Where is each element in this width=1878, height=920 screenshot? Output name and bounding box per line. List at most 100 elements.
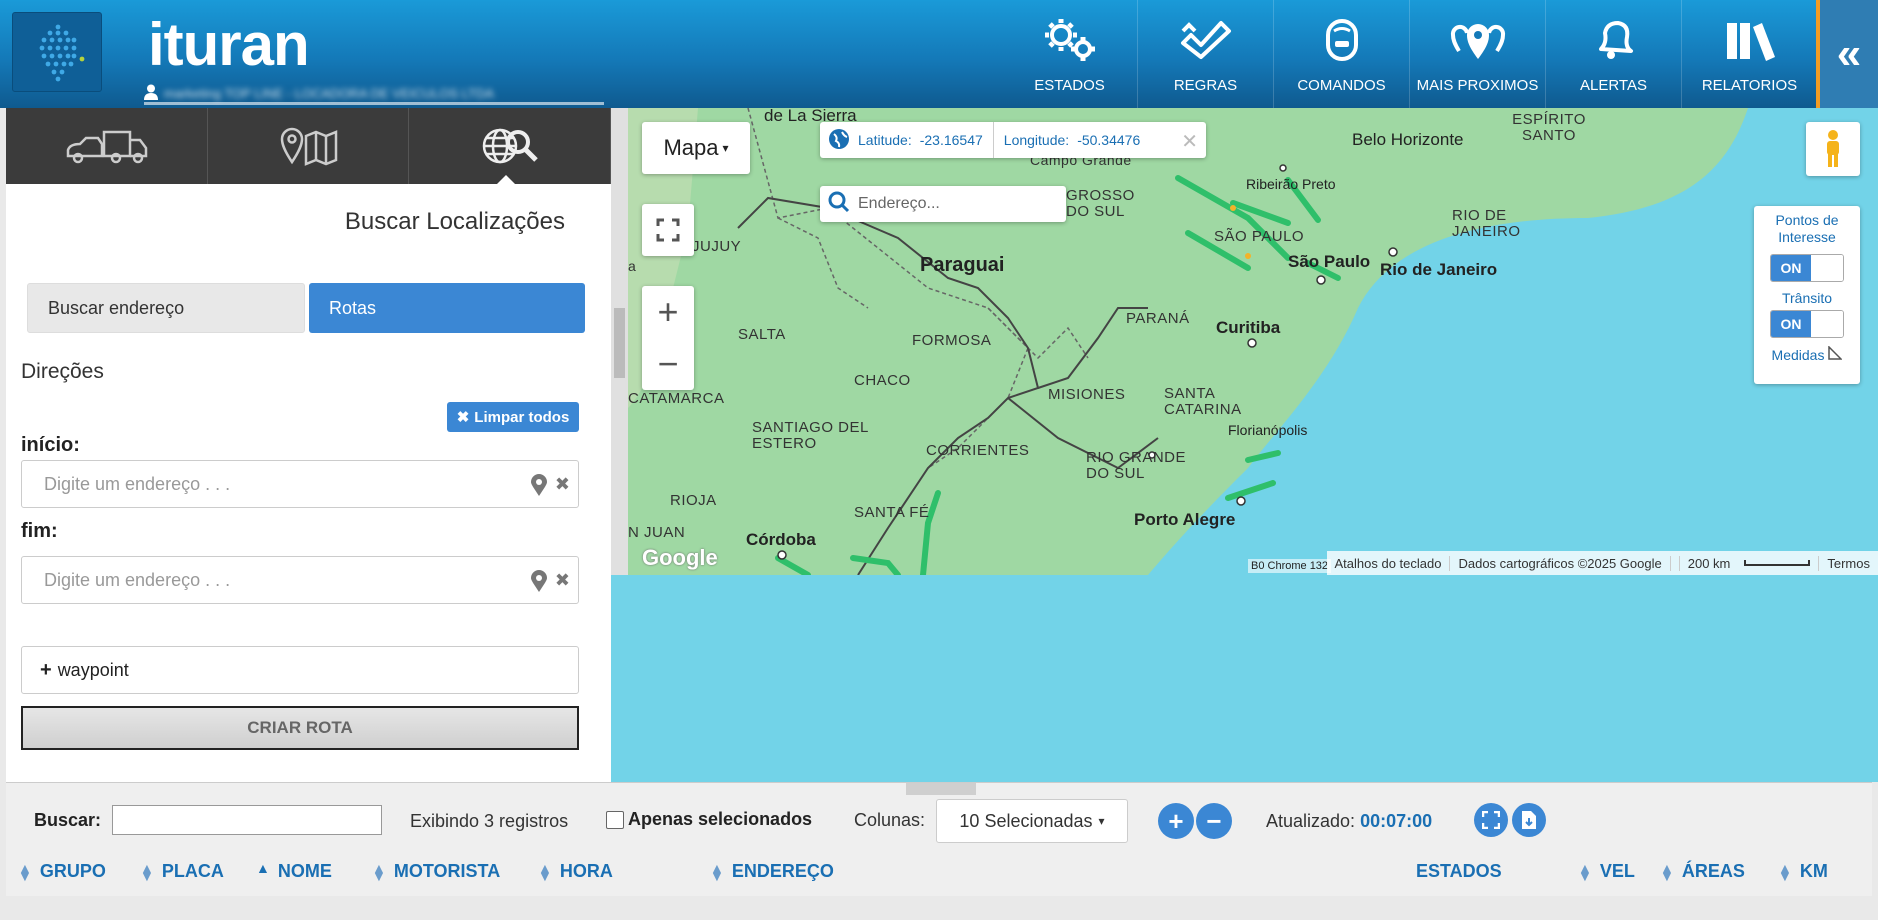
remove-button[interactable]: −	[1196, 803, 1232, 839]
splitter-handle[interactable]	[614, 308, 625, 378]
poi-toggle-state: ON	[1771, 255, 1811, 281]
map-label: São Paulo	[1288, 252, 1371, 271]
nav-mais-proximos[interactable]: MAIS PROXIMOS	[1410, 0, 1546, 108]
tab-vehicles[interactable]	[6, 108, 208, 184]
globe-search-icon	[482, 128, 538, 164]
record-count: Exibindo 3 registros	[410, 811, 569, 831]
create-route-button[interactable]: CRIAR ROTA	[21, 706, 579, 750]
map-empty-area[interactable]	[611, 575, 1878, 782]
export-file-icon	[1522, 811, 1536, 829]
map-label: JUJUY	[692, 238, 742, 255]
zoom-in-button[interactable]: +	[657, 286, 678, 338]
grid-resize-handle[interactable]	[906, 783, 976, 795]
tab-places[interactable]	[208, 108, 410, 184]
directions-heading: Direções	[21, 360, 104, 383]
clear-start-icon[interactable]: ✖	[555, 474, 570, 501]
sort-icon: ▲ ▼	[140, 859, 154, 884]
col-endereco[interactable]: ▲ ▼ ENDEREÇO	[710, 859, 834, 884]
sort-icon: ▲ ▼	[710, 859, 724, 884]
map-label: Florianópolis	[1228, 422, 1308, 438]
selected-only-checkbox[interactable]: Apenas selecionados	[606, 809, 812, 830]
traffic-toggle[interactable]: ON	[1770, 310, 1844, 338]
col-hora[interactable]: ▲ ▼ HORA	[538, 861, 613, 883]
nav-alertas-label: ALERTAS	[1580, 77, 1647, 94]
app-logo[interactable]	[12, 12, 102, 92]
search-address-button[interactable]: Buscar endereço	[27, 283, 305, 333]
col-placa-label: PLACA	[161, 861, 224, 881]
export-button[interactable]	[1512, 803, 1546, 837]
map-marker-icon[interactable]	[530, 474, 547, 501]
close-icon[interactable]: ✕	[1181, 129, 1198, 154]
map-label: Córdoba	[746, 530, 816, 549]
col-grupo[interactable]: ▲ ▼ GRUPO	[18, 861, 106, 883]
street-view-pegman[interactable]	[1806, 122, 1860, 176]
expand-grid-button[interactable]	[1474, 803, 1508, 837]
add-button[interactable]: +	[1158, 803, 1194, 839]
longitude-value: -50.34476	[1077, 132, 1141, 148]
map-scale-label: 200 km	[1678, 555, 1739, 571]
tab-search-locations[interactable]	[409, 108, 612, 184]
col-motorista[interactable]: ▲ ▼ MOTORISTA	[372, 859, 500, 884]
sort-icon: ▲ ▼	[1778, 859, 1792, 884]
map-label: a	[628, 258, 637, 274]
col-vel[interactable]: ▲ ▼ VEL	[1578, 861, 1635, 883]
nav-relatorios[interactable]: RELATORIOS	[1682, 0, 1818, 108]
nav-estados[interactable]: ESTADOS	[1002, 0, 1138, 108]
clear-end-icon[interactable]: ✖	[555, 570, 570, 597]
col-grupo-label: GRUPO	[39, 861, 106, 881]
nav-comandos-label: COMANDOS	[1297, 77, 1386, 94]
end-address-input[interactable]: Digite um endereço . . . ✖	[21, 556, 579, 604]
map-scale[interactable]: 200 km	[1669, 555, 1819, 571]
traffic-toggle-state: ON	[1771, 311, 1811, 337]
map-view[interactable]: de La Sierra Campo Grande JUJUY Paraguai…	[628, 108, 1878, 575]
caret-down-icon: ▾	[722, 141, 729, 155]
map-label: Belo Horizonte	[1352, 130, 1464, 149]
vehicles-icon	[67, 130, 148, 164]
sort-icon: ▲ ▼	[372, 859, 386, 884]
add-waypoint-button[interactable]: + waypoint	[21, 646, 579, 694]
search-icon	[828, 191, 850, 218]
col-placa[interactable]: ▲ ▼ PLACA	[140, 859, 224, 884]
map-label: SANTA FÉ	[854, 504, 930, 521]
start-address-input[interactable]: Digite um endereço . . . ✖	[21, 460, 579, 508]
nav-relatorios-label: RELATORIOS	[1701, 77, 1798, 94]
keyboard-shortcuts-link[interactable]: Atalhos do teclado	[1327, 556, 1450, 571]
nav-regras-label: REGRAS	[1173, 77, 1238, 94]
nav-alertas[interactable]: ALERTAS	[1546, 0, 1682, 108]
coordinate-readout: Latitude: -23.16547 Longitude: -50.34476…	[820, 122, 1206, 158]
clear-all-button[interactable]: ✖ Limpar todos	[447, 402, 579, 432]
map-label: PARANÁ	[1126, 310, 1190, 327]
nav-mais-proximos-label: MAIS PROXIMOS	[1416, 77, 1539, 94]
checkbox-icon[interactable]	[606, 810, 624, 829]
updated-value: 00:07:00	[1360, 811, 1433, 831]
user-line: marketing TOP LINE - LOCADORA DE VEICULO…	[144, 82, 604, 104]
map-label: SANTIAGO DEL ESTERO	[752, 419, 869, 452]
zoom-out-button[interactable]: −	[657, 338, 678, 390]
panel-title: Buscar Localizações	[344, 208, 565, 235]
books-icon	[1726, 23, 1775, 61]
map-label: N JUAN	[628, 524, 686, 541]
map-marker-icon[interactable]	[530, 570, 547, 597]
brand-name: ituran	[148, 11, 310, 78]
measures-button[interactable]: Medidas	[1754, 345, 1860, 363]
poi-toggle[interactable]: ON	[1770, 254, 1844, 282]
collapse-header-button[interactable]: «	[1816, 0, 1878, 108]
map-type-button[interactable]: Mapa ▾	[642, 122, 750, 174]
measures-label: Medidas	[1771, 346, 1825, 363]
map-overlays-panel: Pontos de Interesse ON Trânsito ON Medid…	[1754, 206, 1860, 384]
col-km[interactable]: ▲ ▼ KM	[1778, 859, 1828, 884]
nav-regras[interactable]: REGRAS	[1138, 0, 1274, 108]
map-address-search[interactable]: Endereço...	[820, 186, 1066, 222]
grid-search-label: Buscar:	[34, 810, 102, 830]
terms-link[interactable]: Termos	[1818, 555, 1878, 571]
columns-select[interactable]: 10 Selecionadas ▾	[936, 799, 1128, 843]
col-areas[interactable]: ▲ ▼ ÁREAS	[1660, 861, 1745, 883]
nav-comandos[interactable]: COMANDOS	[1274, 0, 1410, 108]
col-nome[interactable]: ▲▼ NOME	[256, 861, 332, 882]
col-estados[interactable]: ESTADOS	[1416, 861, 1502, 882]
longitude-label: Longitude:	[1003, 132, 1070, 148]
grid-search-input[interactable]	[112, 805, 382, 835]
left-panel-tabs	[6, 108, 612, 185]
routes-button[interactable]: Rotas	[309, 283, 585, 333]
fullscreen-button[interactable]	[642, 204, 694, 256]
